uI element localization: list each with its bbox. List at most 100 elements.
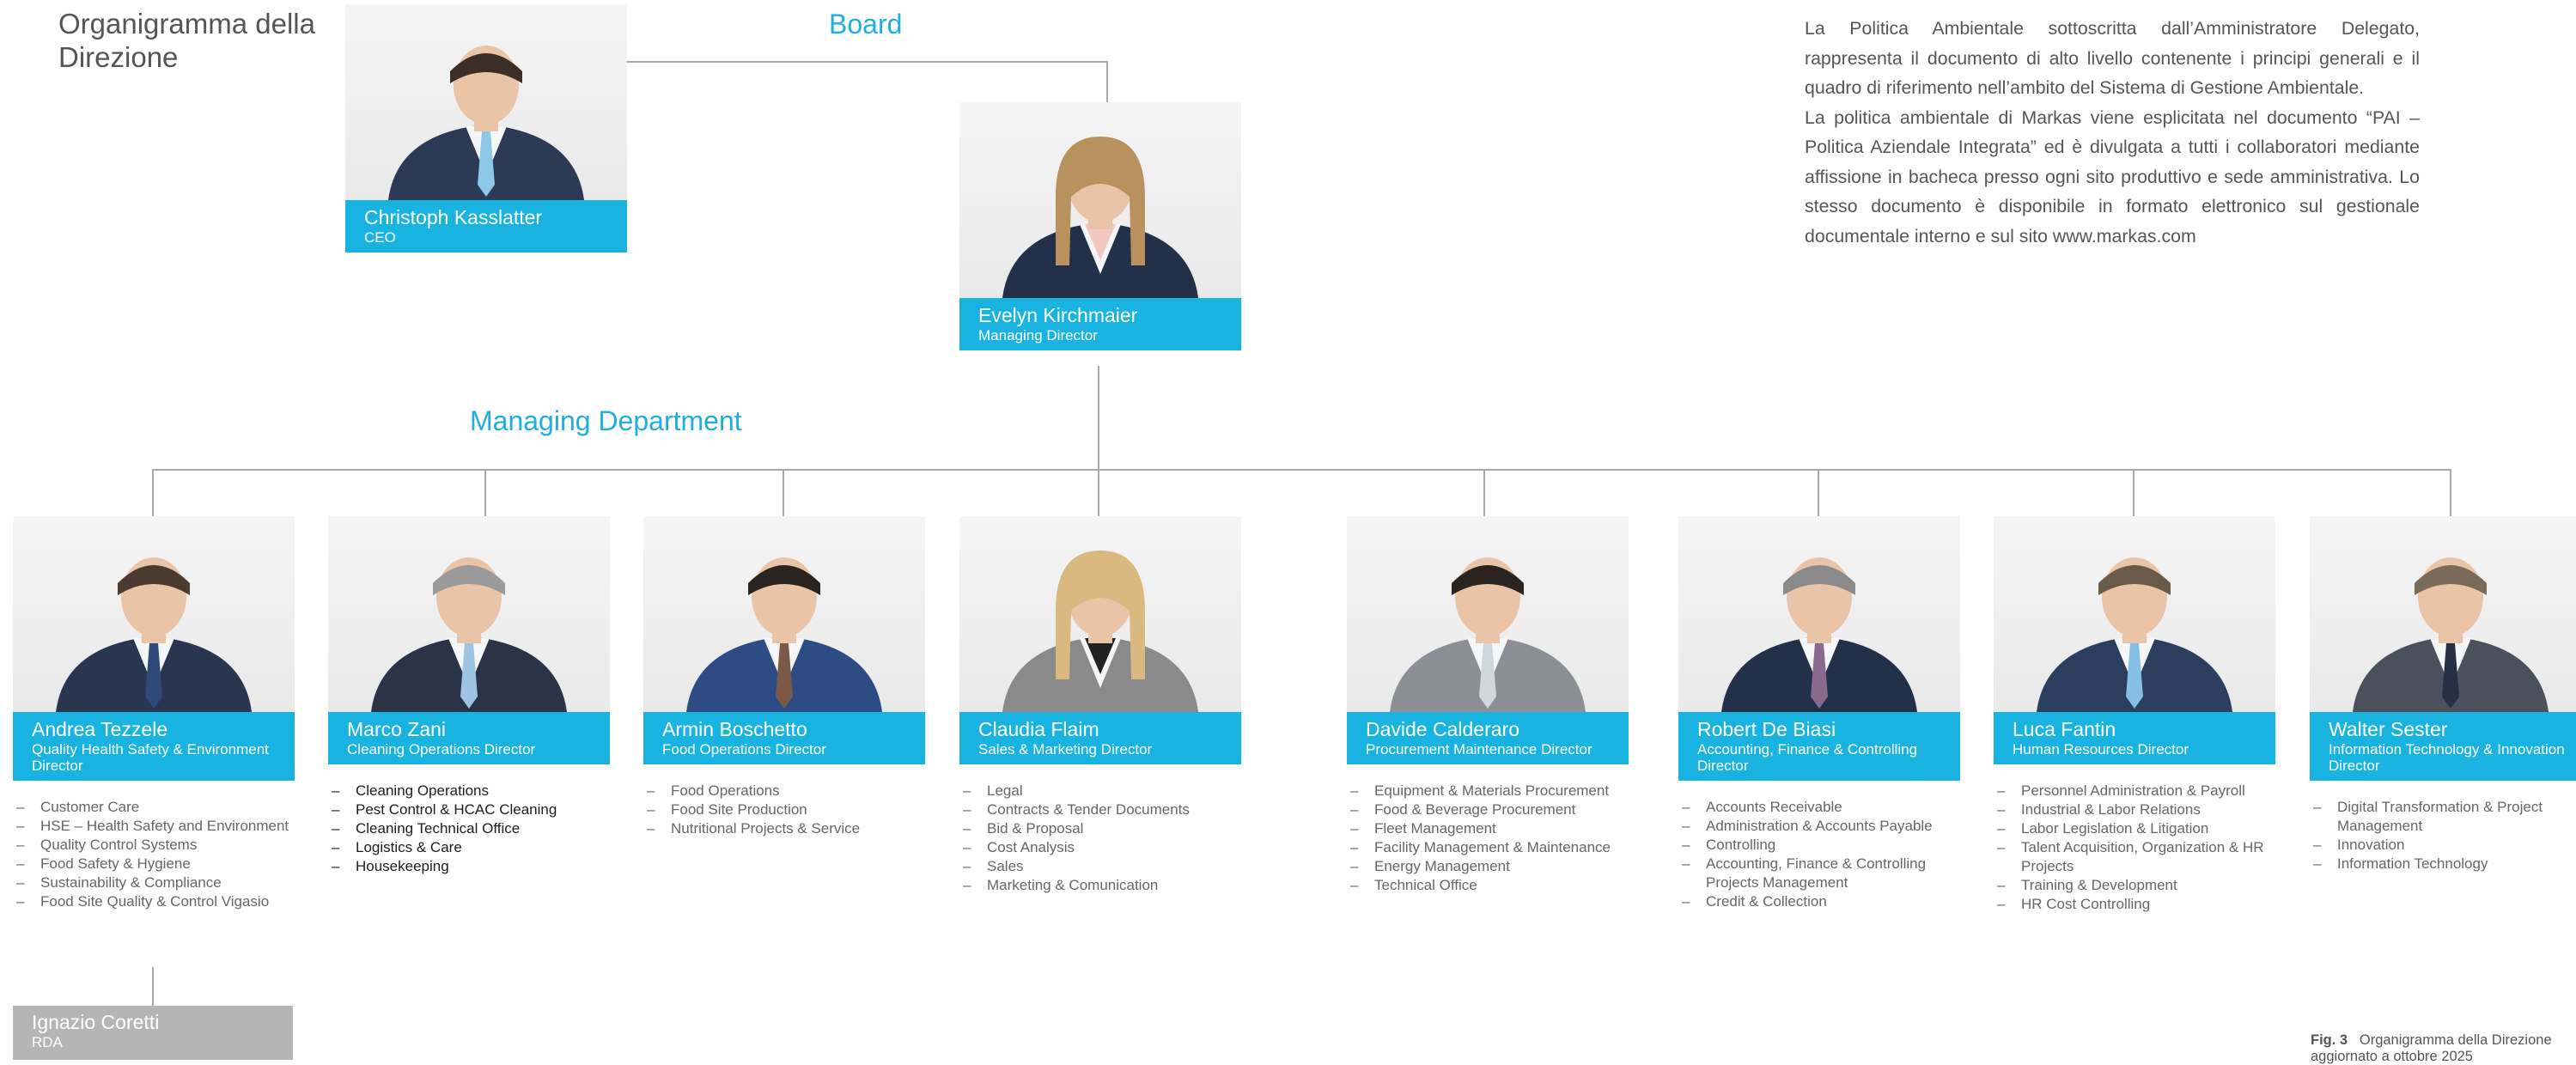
name-band: Andrea Tezzele Quality Health Safety & En… — [13, 712, 295, 781]
task-item: Administration & Accounts Payable — [1678, 817, 1960, 836]
task-item: Cleaning Operations — [328, 782, 610, 800]
task-item: Accounting, Finance & Controlling Projec… — [1678, 855, 1960, 892]
person-name: Armin Boschetto — [662, 718, 807, 740]
person-name: Christoph Kasslatter — [364, 206, 543, 228]
board-heading: Board — [829, 9, 903, 40]
task-item: Food Safety & Hygiene — [13, 855, 295, 873]
person-name: Davide Calderaro — [1366, 718, 1519, 740]
policy-text: La Politica Ambientale sottoscritta dall… — [1805, 14, 2420, 251]
director-card-human-resources: Luca FantinHuman Resources Director Perso… — [1994, 516, 2275, 914]
task-item: Controlling — [1678, 836, 1960, 855]
portrait-photo — [1678, 516, 1960, 712]
person-role: Procurement Maintenance Director — [1366, 741, 1592, 758]
person-name: Andrea Tezzele — [32, 718, 168, 740]
task-item: Labor Legislation & Litigation — [1994, 819, 2275, 838]
task-item: HR Cost Controlling — [1994, 895, 2275, 914]
task-item: Training & Development — [1994, 876, 2275, 895]
task-item: Nutritional Projects & Service — [643, 819, 925, 838]
task-item: Digital Transformation & Project Managem… — [2310, 798, 2576, 836]
task-item: Fleet Management — [1347, 819, 1629, 838]
person-name: Claudia Flaim — [978, 718, 1099, 740]
task-list: LegalContracts & Tender DocumentsBid & P… — [959, 782, 1241, 895]
task-item: Cost Analysis — [959, 838, 1241, 857]
task-item: Logistics & Care — [328, 838, 610, 857]
rda-role: RDA — [32, 1034, 63, 1050]
person-role: Food Operations Director — [662, 741, 826, 758]
policy-paragraph-1: La Politica Ambientale sottoscritta dall… — [1805, 18, 2420, 98]
director-card-sales-marketing: Claudia FlaimSales & Marketing Director L… — [959, 516, 1241, 895]
task-list: Equipment & Materials ProcurementFood & … — [1347, 782, 1629, 895]
page-title: Organigramma della Direzione — [58, 8, 315, 73]
task-item: Sustainability & Compliance — [13, 873, 295, 892]
board-card-ceo: Christoph Kasslatter CEO — [345, 4, 627, 253]
portrait-photo — [13, 516, 295, 712]
name-band: Christoph Kasslatter CEO — [345, 200, 627, 253]
portrait-photo — [1994, 516, 2275, 712]
task-list: Accounts ReceivableAdministration & Acco… — [1678, 798, 1960, 911]
person-role: Sales & Marketing Director — [978, 741, 1153, 758]
figure-label: Fig. 3 — [2311, 1032, 2348, 1048]
person-role: Information Technology & Innovation Dire… — [2329, 741, 2565, 774]
task-item: Personnel Administration & Payroll — [1994, 782, 2275, 800]
task-item: Facility Management & Maintenance — [1347, 838, 1629, 857]
task-item: Customer Care — [13, 798, 295, 817]
task-list: Personnel Administration & PayrollIndust… — [1994, 782, 2275, 914]
person-name: Robert De Biasi — [1697, 718, 1836, 740]
task-item: Credit & Collection — [1678, 892, 1960, 911]
task-item: Cleaning Technical Office — [328, 819, 610, 838]
rda-box: Ignazio Coretti RDA — [13, 1006, 293, 1060]
portrait-photo — [328, 516, 610, 712]
task-item: Marketing & Comunication — [959, 876, 1241, 895]
person-role: Human Resources Director — [2013, 741, 2189, 758]
task-list: Customer CareHSE – Health Safety and Env… — [13, 798, 295, 911]
task-list: Cleaning OperationsPest Control & HCAC C… — [328, 782, 610, 876]
person-role: Accounting, Finance & Controlling Direct… — [1697, 741, 1918, 774]
name-band: Luca Fantin Human Resources Director — [1994, 712, 2275, 764]
task-item: Contracts & Tender Documents — [959, 800, 1241, 819]
person-name: Luca Fantin — [2013, 718, 2116, 740]
director-card-cleaning: Marco ZaniCleaning Operations DirectorCl… — [328, 516, 610, 876]
person-role: Cleaning Operations Director — [347, 741, 536, 758]
task-item: Food & Beverage Procurement — [1347, 800, 1629, 819]
director-card-it-innovation: Walter Sester Information Technology & In… — [2310, 516, 2576, 873]
task-item: Legal — [959, 782, 1241, 800]
task-item: Technical Office — [1347, 876, 1629, 895]
rda-name: Ignazio Coretti — [32, 1011, 160, 1033]
portrait-photo — [2310, 516, 2576, 712]
name-band: Davide Calderaro Procurement Maintenance … — [1347, 712, 1629, 764]
managing-department-heading: Managing Department — [470, 405, 742, 436]
task-item: Accounts Receivable — [1678, 798, 1960, 817]
name-band: Evelyn Kirchmaier Managing Director — [959, 298, 1241, 350]
name-band: Armin Boschetto Food Operations Director — [643, 712, 925, 764]
portrait-photo — [959, 102, 1241, 298]
task-item: Talent Acquisition, Organization & HR Pr… — [1994, 838, 2275, 876]
task-item: Sales — [959, 857, 1241, 876]
task-item: Food Operations — [643, 782, 925, 800]
director-card-procurement: Davide Calderaro Procurement Maintenance … — [1347, 516, 1629, 895]
task-item: Industrial & Labor Relations — [1994, 800, 2275, 819]
task-item: Housekeeping — [328, 857, 610, 876]
person-name: Evelyn Kirchmaier — [978, 304, 1138, 326]
portrait-photo — [959, 516, 1241, 712]
task-item: Energy Management — [1347, 857, 1629, 876]
task-item: Innovation — [2310, 836, 2576, 855]
figure-caption-text: Organigramma della Direzione — [2359, 1032, 2552, 1048]
task-list: Digital Transformation & Project Managem… — [2310, 798, 2576, 873]
name-band: Claudia Flaim Sales & Marketing Director — [959, 712, 1241, 764]
task-item: Equipment & Materials Procurement — [1347, 782, 1629, 800]
name-band: Walter Sester Information Technology & In… — [2310, 712, 2576, 781]
figure-caption: Fig. 3 Organigramma della Direzione aggi… — [2311, 1032, 2552, 1065]
task-item: HSE – Health Safety and Environment — [13, 817, 295, 836]
person-role: Quality Health Safety & Environment Dire… — [32, 741, 269, 774]
figure-caption-date: aggiornato a ottobre 2025 — [2311, 1049, 2473, 1064]
person-name: Walter Sester — [2329, 718, 2448, 740]
portrait-photo — [345, 4, 627, 200]
task-item: Information Technology — [2310, 855, 2576, 873]
director-card-food: Armin BoschettoFood Operations DirectorF… — [643, 516, 925, 838]
task-item: Food Site Production — [643, 800, 925, 819]
portrait-photo — [643, 516, 925, 712]
name-band: Robert De Biasi Accounting, Finance & Con… — [1678, 712, 1960, 781]
task-item: Quality Control Systems — [13, 836, 295, 855]
name-band: Marco Zani Cleaning Operations Director — [328, 712, 610, 764]
task-list: Food OperationsFood Site ProductionNutri… — [643, 782, 925, 838]
